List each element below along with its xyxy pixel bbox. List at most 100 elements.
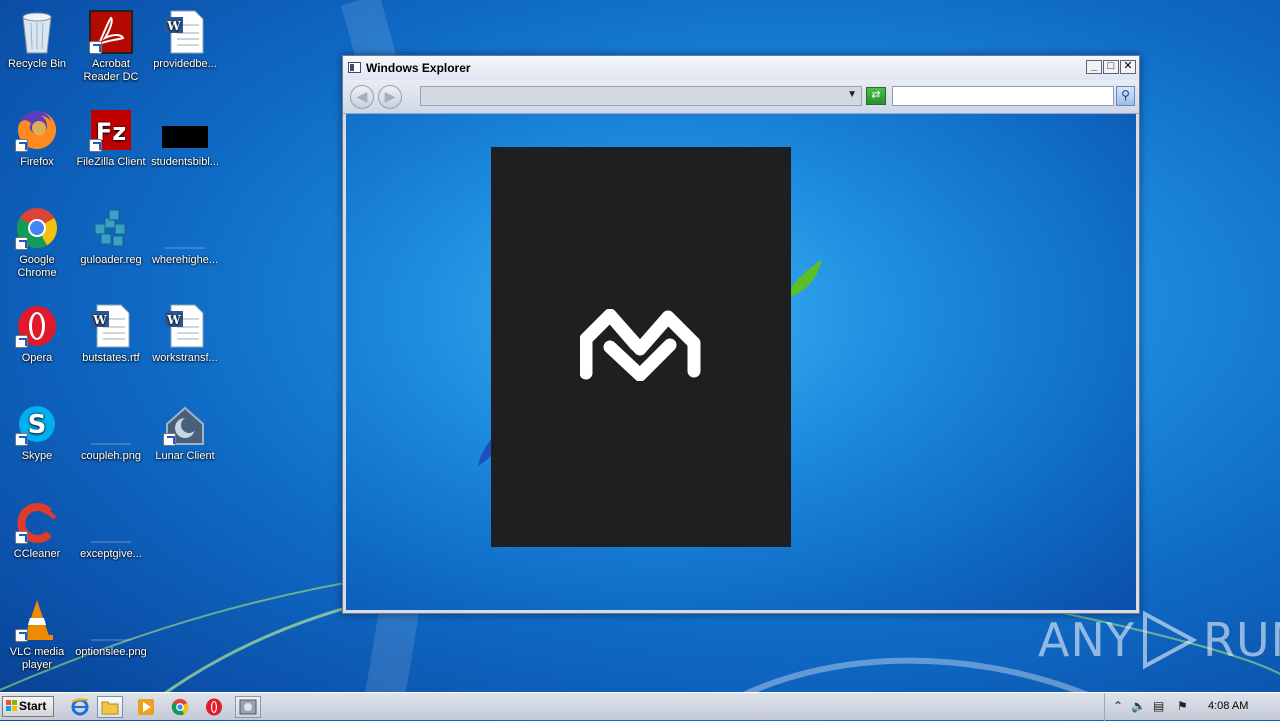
chrome-icon[interactable] — [167, 696, 193, 718]
forward-button[interactable]: ▶ — [378, 85, 402, 109]
shortcut-arrow-icon — [15, 335, 28, 348]
opera-icon[interactable] — [201, 696, 227, 718]
desktop-icon-label: wherehighe... — [151, 254, 219, 266]
dark-splash-panel — [491, 147, 791, 547]
svg-text:S: S — [28, 410, 47, 440]
desktop-icon-lunar-client[interactable]: Lunar Client — [148, 400, 222, 463]
desktop-icon-google-chrome[interactable]: Google Chrome — [0, 204, 74, 280]
desktop-icon-exceptgive[interactable]: exceptgive... — [74, 498, 148, 561]
windows-flag-icon — [6, 700, 17, 711]
taskbar: Start ⌃ 🔈 ▤ ⚑ 4:08 AM — [0, 692, 1280, 721]
shortcut-arrow-icon — [89, 139, 102, 152]
app-icon[interactable] — [235, 696, 261, 718]
registry-file-icon — [87, 204, 135, 252]
image-file-icon — [87, 596, 135, 644]
desktop-icon-label: butstates.rtf — [82, 352, 140, 364]
windows-explorer-icon[interactable] — [97, 696, 123, 718]
skype-icon: S — [13, 400, 61, 448]
image-file-icon — [87, 498, 135, 546]
desktop-icon-vlc[interactable]: VLC media player — [0, 596, 74, 672]
explorer-content-area — [346, 114, 1136, 610]
desktop-icon-ccleaner[interactable]: CCleaner — [0, 498, 74, 561]
watermark-right-text: RUN — [1202, 613, 1280, 667]
volume-icon[interactable]: 🔈 — [1131, 699, 1146, 713]
vlc-cone-icon — [13, 596, 61, 644]
chevron-down-icon[interactable]: ▼ — [847, 89, 857, 100]
media-player-icon[interactable] — [133, 696, 159, 718]
lunar-client-icon — [161, 400, 209, 448]
desktop-icon-skype[interactable]: S Skype — [0, 400, 74, 463]
minimize-button[interactable]: _ — [1086, 60, 1102, 74]
firefox-icon — [13, 106, 61, 154]
search-input[interactable] — [892, 86, 1114, 106]
refresh-go-icon[interactable]: ⇄ — [866, 87, 886, 105]
desktop-icon-workstransf[interactable]: W workstransf... — [148, 302, 222, 365]
windows-explorer-window[interactable]: Windows Explorer _ □ ✕ ◀ ▶ ▼ ⇄ ⚲ — [342, 55, 1140, 614]
desktop-icon-filezilla[interactable]: Fz FileZilla Client — [74, 106, 148, 169]
desktop-icon-label: FileZilla Client — [76, 156, 146, 168]
action-center-flag-icon[interactable]: ⚑ — [1177, 699, 1188, 713]
image-file-icon — [161, 204, 209, 252]
filezilla-icon: Fz — [87, 106, 135, 154]
desktop-icon-label: Recycle Bin — [7, 58, 67, 70]
desktop-icon-label: guloader.reg — [80, 254, 142, 266]
shortcut-arrow-icon — [15, 433, 28, 446]
word-document-icon: W — [87, 302, 135, 350]
shortcut-arrow-icon — [15, 629, 28, 642]
anyrun-watermark: ANY RUN — [1038, 610, 1280, 670]
navigation-toolbar: ◀ ▶ ▼ ⇄ ⚲ — [343, 80, 1139, 114]
show-hidden-icons-icon[interactable]: ⌃ — [1113, 699, 1123, 713]
logo-mark-icon — [580, 309, 701, 381]
maximize-button[interactable]: □ — [1103, 60, 1119, 74]
desktop-icon-label: Skype — [21, 450, 53, 462]
desktop-icon-label: providedbe... — [153, 58, 217, 70]
desktop-icon-acrobat[interactable]: Acrobat Reader DC — [74, 8, 148, 84]
black-file-icon — [161, 106, 209, 154]
svg-text:W: W — [92, 313, 107, 327]
svg-text:W: W — [166, 19, 181, 33]
desktop-icon-label: studentsbibl... — [151, 156, 219, 168]
play-triangle-icon — [1142, 610, 1197, 670]
shortcut-arrow-icon — [163, 433, 176, 446]
desktop-icon-label: exceptgive... — [80, 548, 142, 560]
address-bar[interactable]: ▼ — [420, 86, 862, 106]
opera-icon — [13, 302, 61, 350]
image-file-icon — [87, 400, 135, 448]
back-button[interactable]: ◀ — [350, 85, 374, 109]
word-document-icon: W — [161, 8, 209, 56]
desktop-icon-optionslee-png[interactable]: optionslee.png — [74, 596, 148, 659]
desktop-icon-label: optionslee.png — [75, 646, 147, 658]
desktop-icon-guloader-reg[interactable]: guloader.reg — [74, 204, 148, 267]
desktop-icon-label: workstransf... — [152, 352, 218, 364]
shortcut-arrow-icon — [15, 531, 28, 544]
svg-text:W: W — [166, 313, 181, 327]
desktop-icon-coupleh-png[interactable]: coupleh.png — [74, 400, 148, 463]
desktop-icon-recycle-bin[interactable]: Recycle Bin — [0, 8, 74, 71]
desktop-icon-label: Lunar Client — [155, 450, 215, 462]
desktop-icon-firefox[interactable]: Firefox — [0, 106, 74, 169]
desktop-icon-label: coupleh.png — [81, 450, 141, 462]
window-title: Windows Explorer — [366, 61, 471, 75]
desktop-icon-wherehighe[interactable]: wherehighe... — [148, 204, 222, 267]
desktop-icon-label: CCleaner — [13, 548, 61, 560]
word-document-icon: W — [161, 302, 209, 350]
desktop-icon-butstates-rtf[interactable]: W butstates.rtf — [74, 302, 148, 365]
shortcut-arrow-icon — [15, 237, 28, 250]
start-button[interactable]: Start — [2, 696, 54, 717]
network-icon[interactable]: ▤ — [1153, 699, 1164, 713]
desktop-icon-label: Opera — [21, 352, 53, 364]
desktop-icon-opera[interactable]: Opera — [0, 302, 74, 365]
desktop-icon-label: Firefox — [20, 156, 54, 168]
internet-explorer-icon[interactable] — [67, 696, 93, 718]
search-icon[interactable]: ⚲ — [1116, 86, 1135, 106]
desktop-icon-providedbe[interactable]: W providedbe... — [148, 8, 222, 71]
desktop-icon-studentsbibl[interactable]: studentsbibl... — [148, 106, 222, 169]
system-tray: ⌃ 🔈 ▤ ⚑ — [1104, 693, 1280, 721]
desktop-icon-label: VLC media player — [9, 646, 65, 671]
shortcut-arrow-icon — [15, 139, 28, 152]
title-bar[interactable]: Windows Explorer _ □ ✕ — [343, 56, 1139, 81]
taskbar-clock[interactable]: 4:08 AM — [1208, 700, 1248, 712]
recycle-bin-icon — [13, 8, 61, 56]
close-button[interactable]: ✕ — [1120, 60, 1136, 74]
watermark-left-text: ANY — [1038, 613, 1135, 667]
